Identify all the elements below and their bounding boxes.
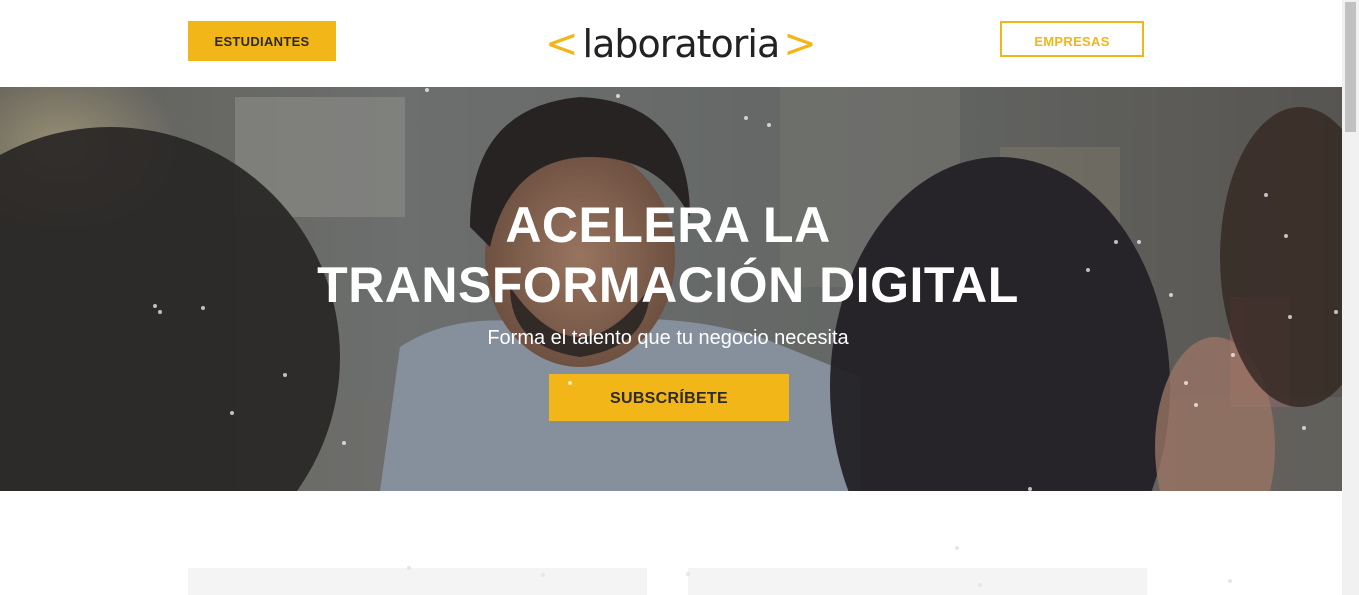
vertical-scrollbar[interactable] xyxy=(1342,0,1359,595)
hero-banner: ACELERA LA TRANSFORMACIÓN DIGITAL Forma … xyxy=(0,87,1342,491)
hero-title-line-2: TRANSFORMACIÓN DIGITAL xyxy=(317,257,1019,313)
hero-subtitle: Forma el talento que tu negocio necesita xyxy=(487,327,849,349)
logo-wordmark: laboratoria xyxy=(582,22,781,66)
students-button[interactable]: ESTUDIANTES xyxy=(188,21,336,61)
info-card-right xyxy=(688,568,1147,595)
scrollbar-thumb[interactable] xyxy=(1345,2,1356,132)
companies-button[interactable]: EMPRESAS xyxy=(1000,21,1144,57)
info-card-left xyxy=(188,568,647,595)
laboratoria-logo[interactable]: < laboratoria > xyxy=(545,14,817,74)
hero-title-line-1: ACELERA LA xyxy=(505,197,831,253)
subscribe-button[interactable]: SUBSCRÍBETE xyxy=(549,374,789,421)
site-header: ESTUDIANTES < laboratoria > EMPRESAS xyxy=(0,0,1342,87)
page: ESTUDIANTES < laboratoria > EMPRESAS ACE… xyxy=(0,0,1342,595)
logo-left-bracket: < xyxy=(545,21,579,67)
logo-right-bracket: > xyxy=(783,21,817,67)
hero-title: ACELERA LA TRANSFORMACIÓN DIGITAL xyxy=(0,195,1336,315)
